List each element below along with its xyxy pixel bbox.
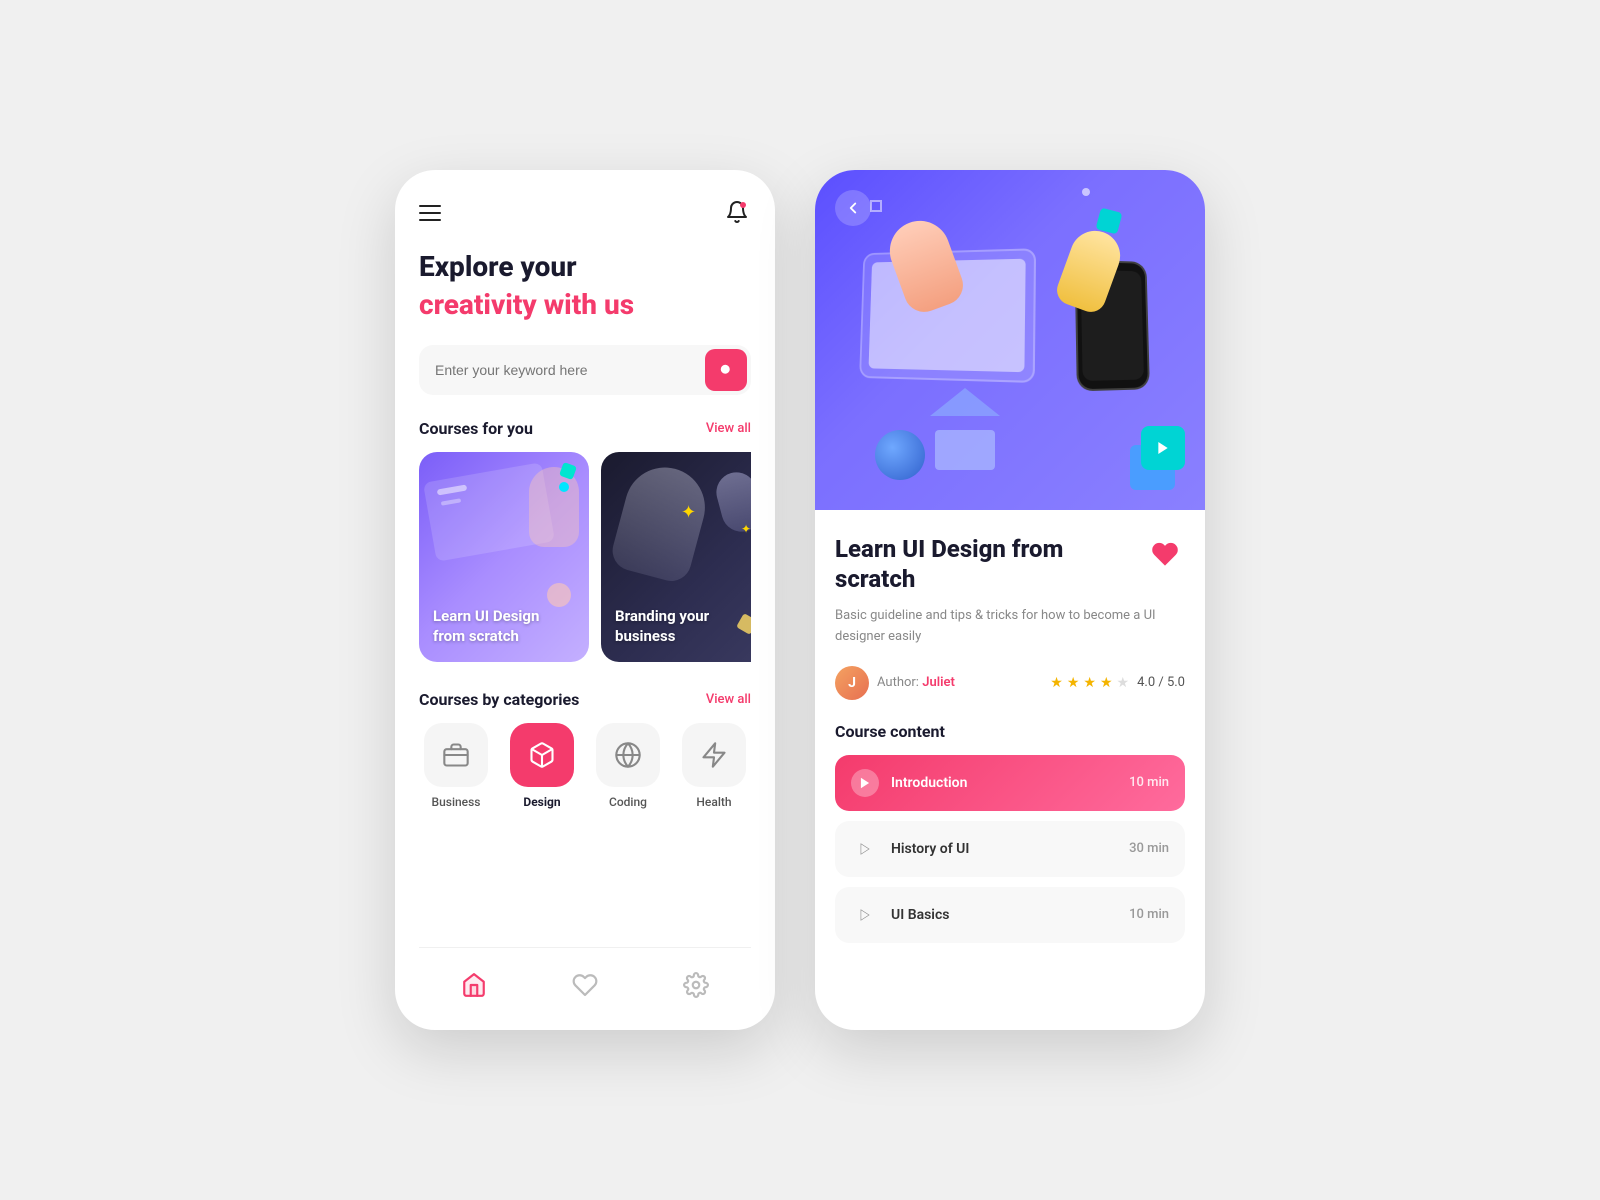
scene-sphere — [875, 430, 925, 480]
course-description: Basic guideline and tips & tricks for ho… — [835, 606, 1185, 648]
deco-ring — [870, 200, 882, 212]
course-detail-title: Learn UI Design from scratch — [835, 534, 1133, 594]
lesson-duration-history: 30 min — [1129, 841, 1169, 856]
courses-row: Learn UI Design from scratch ✦ ✦ Brandin… — [419, 452, 751, 662]
favorite-button[interactable] — [1145, 534, 1185, 574]
deco-dot — [1082, 188, 1090, 196]
course-detail-header: Learn UI Design from scratch — [835, 534, 1185, 594]
course-hero-image — [815, 170, 1205, 510]
view-all-courses[interactable]: View all — [706, 421, 751, 436]
search-bar — [419, 345, 751, 395]
star-4: ★ — [1100, 675, 1113, 691]
hero-3d-scene — [815, 170, 1205, 510]
globe-icon — [614, 741, 642, 769]
course-detail: Learn UI Design from scratch Basic guide… — [815, 510, 1205, 1030]
lesson-duration-intro: 10 min — [1129, 775, 1169, 790]
notification-icon[interactable] — [725, 200, 751, 226]
lesson-name-basics: UI Basics — [891, 907, 949, 923]
search-button[interactable] — [705, 349, 747, 391]
coding-label: Coding — [609, 795, 647, 809]
star-5: ★ — [1117, 675, 1130, 691]
category-business[interactable]: Business — [419, 723, 493, 809]
rating-row: ★ ★ ★ ★ ★ 4.0 / 5.0 — [1050, 675, 1185, 691]
hero-title: Explore your creativity with us — [419, 250, 751, 325]
design-label: Design — [523, 795, 560, 809]
zap-icon — [700, 741, 728, 769]
top-bar — [419, 200, 751, 226]
play-icon-basics — [858, 908, 872, 922]
briefcase-icon — [442, 741, 470, 769]
author-rating-row: J Author: Juliet ★ ★ ★ ★ ★ 4.0 / 5.0 — [835, 666, 1185, 700]
nav-settings[interactable] — [663, 964, 729, 1006]
heart-icon — [1151, 540, 1179, 568]
play-icon-history — [858, 842, 872, 856]
category-health[interactable]: Health — [677, 723, 751, 809]
play-circle-history — [851, 835, 879, 863]
lesson-basics[interactable]: UI Basics 10 min — [835, 887, 1185, 943]
scene-house — [935, 410, 995, 470]
play-icon-intro — [858, 776, 872, 790]
view-all-categories[interactable]: View all — [706, 692, 751, 707]
left-phone: Explore your creativity with us Courses … — [395, 170, 775, 1030]
star-3: ★ — [1083, 675, 1096, 691]
lesson-left-basics: UI Basics — [851, 901, 949, 929]
categories-section-title: Courses by categories — [419, 690, 579, 709]
card-label-learn-ui: Learn UI Design from scratch — [433, 607, 539, 646]
lesson-list: Introduction 10 min History of UI 30 min — [835, 755, 1185, 943]
card-label-branding: Branding your business — [615, 607, 709, 646]
categories-section-header: Courses by categories View all — [419, 690, 751, 709]
menu-icon[interactable] — [419, 205, 441, 221]
author-name: Juliet — [922, 675, 955, 690]
star-2: ★ — [1067, 675, 1080, 691]
category-design[interactable]: Design — [505, 723, 579, 809]
category-coding[interactable]: Coding — [591, 723, 665, 809]
course-card-branding[interactable]: ✦ ✦ Branding your business — [601, 452, 751, 662]
play-icon — [1155, 440, 1171, 456]
lesson-introduction[interactable]: Introduction 10 min — [835, 755, 1185, 811]
lesson-duration-basics: 10 min — [1129, 907, 1169, 922]
business-label: Business — [432, 795, 481, 809]
lesson-name-intro: Introduction — [891, 775, 967, 791]
author-label: Author: Juliet — [877, 675, 955, 690]
nav-wishlist[interactable] — [552, 964, 618, 1006]
search-input[interactable] — [435, 362, 697, 378]
courses-section-title: Courses for you — [419, 419, 533, 438]
categories-grid: Business Design Coding — [419, 723, 751, 809]
lesson-left: Introduction — [851, 769, 967, 797]
back-button[interactable] — [835, 190, 871, 226]
bottom-nav — [419, 947, 751, 1010]
right-phone: Learn UI Design from scratch Basic guide… — [815, 170, 1205, 1030]
lesson-left-history: History of UI — [851, 835, 969, 863]
scene-play-button[interactable] — [1141, 426, 1185, 470]
courses-section-header: Courses for you View all — [419, 419, 751, 438]
lesson-history[interactable]: History of UI 30 min — [835, 821, 1185, 877]
lesson-name-history: History of UI — [891, 841, 969, 857]
nav-home[interactable] — [441, 964, 507, 1006]
health-label: Health — [696, 795, 731, 809]
box-icon — [528, 741, 556, 769]
play-circle-basics — [851, 901, 879, 929]
author-avatar: J — [835, 666, 869, 700]
coding-icon-box — [596, 723, 660, 787]
business-icon-box — [424, 723, 488, 787]
health-icon-box — [682, 723, 746, 787]
play-circle-intro — [851, 769, 879, 797]
design-icon-box — [510, 723, 574, 787]
course-card-learn-ui[interactable]: Learn UI Design from scratch — [419, 452, 589, 662]
rating-score: 4.0 / 5.0 — [1137, 675, 1185, 690]
content-section-title: Course content — [835, 722, 1185, 741]
author-info: J Author: Juliet — [835, 666, 955, 700]
star-1: ★ — [1050, 675, 1063, 691]
